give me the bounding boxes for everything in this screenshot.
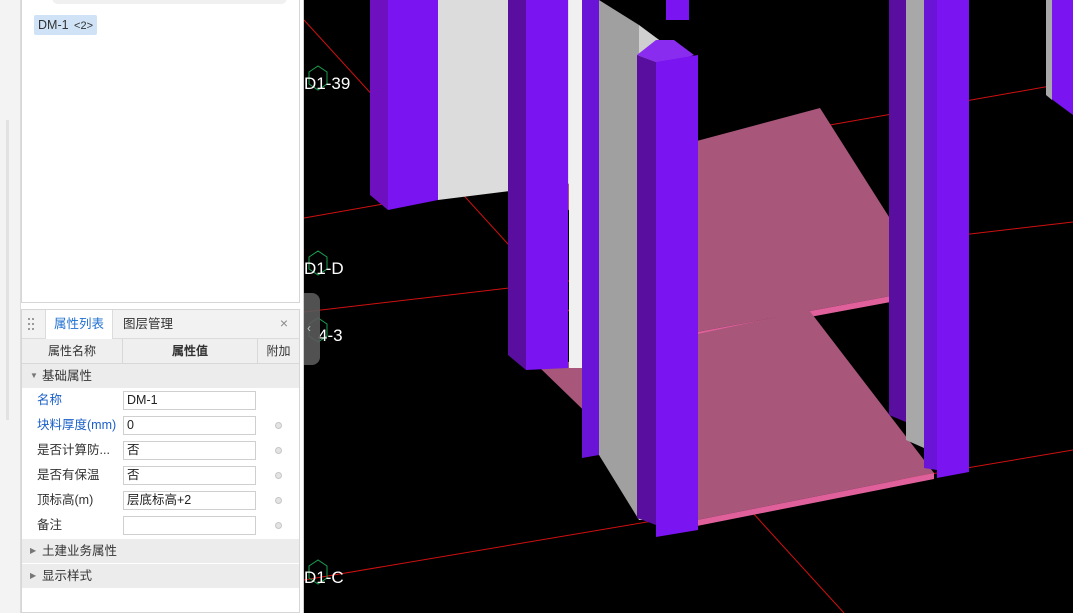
column	[656, 55, 698, 537]
column-header-name: 属性名称	[22, 339, 123, 363]
extra-checkbox[interactable]	[275, 522, 282, 529]
property-name: 是否有保温	[37, 468, 100, 482]
chevron-left-icon: ‹	[307, 321, 311, 335]
property-value-input[interactable]: 层底标高+2	[123, 491, 256, 510]
axis-label: D1-D	[304, 259, 344, 278]
extra-checkbox[interactable]	[275, 447, 282, 454]
column-header-extra: 附加	[266, 344, 291, 358]
left-edge-strip	[0, 0, 21, 613]
wall	[1046, 0, 1052, 100]
component-list: DM-1 <2>	[21, 0, 300, 303]
property-value-input[interactable]: 否	[123, 441, 256, 460]
column	[666, 0, 689, 20]
component-tag-name: DM-1	[38, 18, 69, 32]
caret-down-icon: ▼	[30, 371, 38, 380]
panel-collapse-handle[interactable]: ‹	[304, 293, 320, 365]
column	[526, 0, 568, 370]
property-name: 名称	[37, 393, 63, 407]
search-field[interactable]	[52, 0, 287, 4]
left-panel: DM-1 <2> 属性列表 图层管理 × 属性名称 属性值 附加 ▼ 基础属性 …	[21, 0, 304, 613]
axis-label: 4-3	[318, 326, 343, 345]
3d-viewport[interactable]: D1-39 D1-D 4-3 D1-C	[304, 0, 1073, 613]
column-side	[582, 0, 599, 458]
component-tag-count: <2>	[74, 20, 94, 32]
column-header-value: 属性值	[123, 339, 258, 363]
group-civil-properties[interactable]: ▶ 土建业务属性	[22, 539, 299, 563]
extra-checkbox[interactable]	[275, 422, 282, 429]
property-row: 顶标高(m) 层底标高+2	[22, 488, 299, 513]
properties-panel: 属性列表 图层管理 × 属性名称 属性值 附加 ▼ 基础属性 名称 DM-1 块…	[21, 309, 300, 613]
extra-checkbox[interactable]	[275, 497, 282, 504]
property-row: 块料厚度(mm) 0	[22, 413, 299, 438]
caret-right-icon: ▶	[30, 571, 37, 580]
property-row: 备注	[22, 513, 299, 538]
group-basic-properties[interactable]: ▼ 基础属性	[22, 364, 299, 388]
extra-checkbox[interactable]	[275, 472, 282, 479]
column-side	[924, 0, 937, 470]
property-value-input[interactable]: 0	[123, 416, 256, 435]
column	[388, 0, 438, 210]
properties-header: 属性名称 属性值 附加	[22, 339, 299, 364]
property-name: 备注	[37, 518, 63, 532]
left-scrollbar[interactable]	[6, 120, 9, 420]
property-name: 顶标高(m)	[37, 493, 94, 507]
wall	[599, 0, 639, 520]
group-label: 显示样式	[42, 569, 93, 583]
property-row: 是否有保温 否	[22, 463, 299, 488]
property-row: 是否计算防... 否	[22, 438, 299, 463]
axis-label: D1-39	[304, 74, 351, 93]
3d-scene[interactable]	[304, 0, 1073, 613]
wall	[906, 0, 924, 448]
axis-label: D1-C	[304, 568, 344, 587]
column-side	[889, 0, 906, 422]
column-side	[637, 55, 656, 525]
tab-layer-management[interactable]: 图层管理	[118, 310, 178, 338]
column-side	[508, 0, 526, 370]
properties-tabs: 属性列表 图层管理 ×	[22, 310, 299, 339]
component-tag[interactable]: DM-1 <2>	[34, 15, 98, 35]
close-icon[interactable]: ×	[277, 316, 291, 330]
property-value-input[interactable]: DM-1	[123, 391, 256, 410]
caret-right-icon: ▶	[30, 546, 37, 555]
column	[937, 0, 969, 478]
group-display-style[interactable]: ▶ 显示样式	[22, 564, 299, 588]
property-name: 是否计算防...	[37, 443, 110, 457]
property-name: 块料厚度(mm)	[37, 418, 117, 432]
tab-property-list[interactable]: 属性列表	[45, 310, 113, 339]
property-row: 名称 DM-1	[22, 388, 299, 413]
column-side	[370, 0, 388, 210]
group-label: 基础属性	[42, 369, 93, 383]
group-label: 土建业务属性	[42, 544, 118, 558]
wall	[569, 0, 582, 368]
drag-grip-icon[interactable]	[28, 318, 34, 330]
property-value-input[interactable]	[123, 516, 256, 535]
property-value-input[interactable]: 否	[123, 466, 256, 485]
